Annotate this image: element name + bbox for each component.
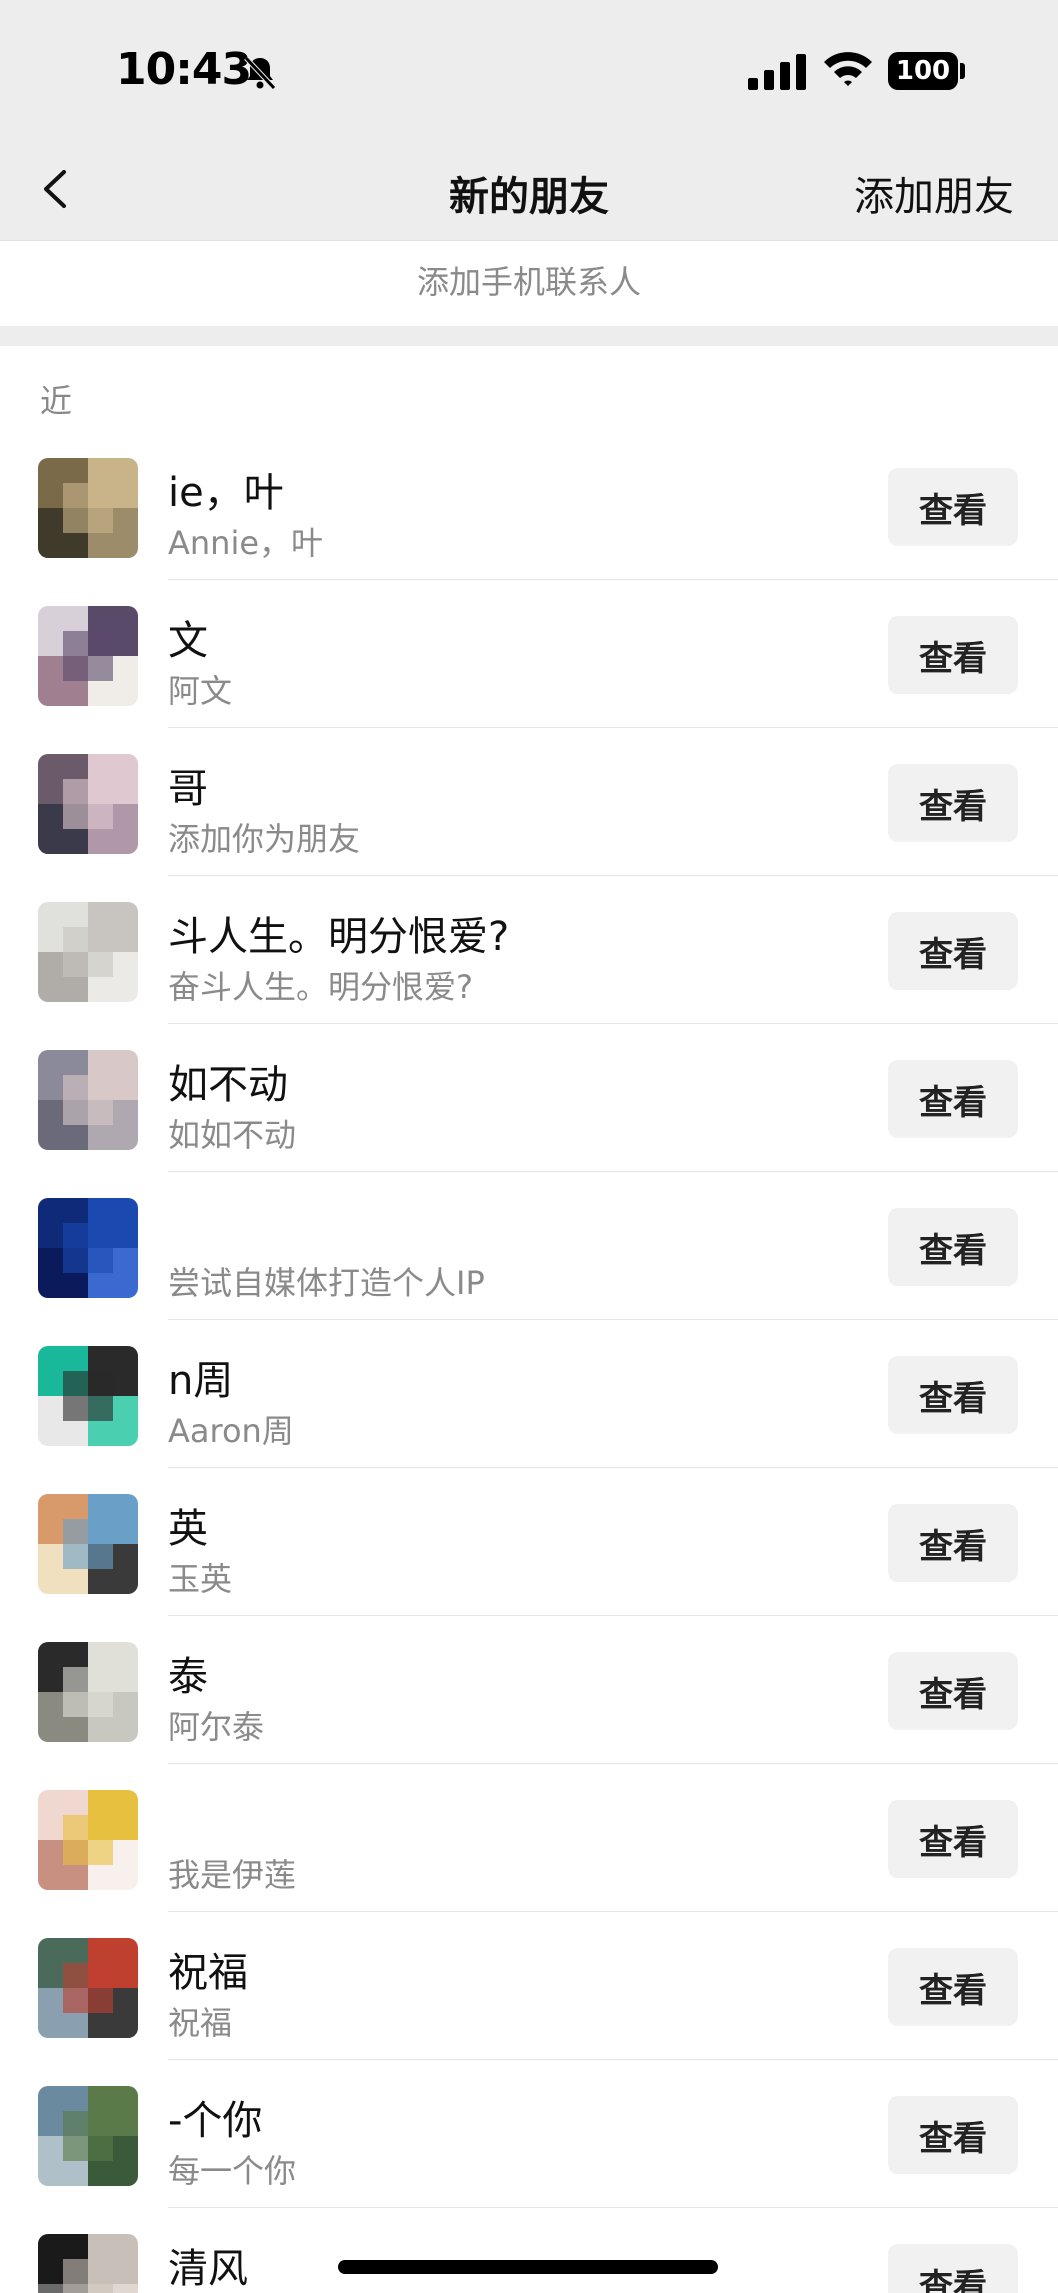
friend-request-message: 如如不动 — [168, 1116, 297, 1154]
view-button[interactable]: 查看 — [888, 468, 1018, 546]
friend-request-row[interactable]: 哥添加你为朋友 查看 — [0, 728, 1058, 876]
avatar[interactable] — [38, 2234, 138, 2293]
avatar[interactable] — [38, 606, 138, 706]
view-button[interactable]: 查看 — [888, 1060, 1018, 1138]
view-button[interactable]: 查看 — [888, 764, 1018, 842]
battery-indicator: 100 — [888, 52, 958, 90]
friend-request-row[interactable]: 我是伊莲 查看 — [0, 1764, 1058, 1912]
friend-name: 祝福 — [168, 1950, 248, 1996]
friend-request-row[interactable]: 清风 查看 — [0, 2208, 1058, 2293]
friend-name: 文 — [168, 618, 208, 664]
avatar[interactable] — [38, 1938, 138, 2038]
avatar[interactable] — [38, 1050, 138, 1150]
friend-name: 如不动 — [168, 1062, 288, 1108]
avatar[interactable] — [38, 458, 138, 558]
view-button[interactable]: 查看 — [888, 1800, 1018, 1878]
friend-request-message: 尝试自媒体打造个人IP — [168, 1264, 485, 1302]
friend-request-message: Annie，叶 — [168, 524, 324, 562]
avatar[interactable] — [38, 2086, 138, 2186]
avatar[interactable] — [38, 754, 138, 854]
friend-name: 哥 — [168, 766, 208, 812]
battery-nub — [960, 63, 965, 79]
friend-request-row[interactable]: 文阿文 查看 — [0, 580, 1058, 728]
avatar[interactable] — [38, 1494, 138, 1594]
friend-request-row[interactable]: 英玉英 查看 — [0, 1468, 1058, 1616]
friend-name: ie，叶 — [168, 470, 284, 516]
nav-bar: 新的朋友 添加朋友 — [0, 140, 1058, 240]
avatar[interactable] — [38, 902, 138, 1002]
friend-request-row[interactable]: n周 Aaron周 查看 — [0, 1320, 1058, 1468]
friend-request-message: 玉英 — [168, 1560, 233, 1598]
friend-request-message: 添加你为朋友 — [168, 820, 361, 858]
avatar[interactable] — [38, 1790, 138, 1890]
friend-request-row[interactable]: ie，叶 Annie，叶 查看 — [0, 432, 1058, 580]
friend-name: -个你 — [168, 2098, 263, 2144]
view-button[interactable]: 查看 — [888, 1652, 1018, 1730]
add-phone-contacts-button[interactable]: 添加手机联系人 — [0, 240, 1058, 326]
status-time: 10:43 — [116, 44, 252, 95]
friend-name: 斗人生。明分恨爱? — [168, 914, 510, 960]
friend-request-list: ie，叶 Annie，叶 查看文阿文 查看哥添加你为朋友 查看 斗人生。明分恨爱? 奋斗人生… — [0, 432, 1058, 2293]
view-button[interactable]: 查看 — [888, 1356, 1018, 1434]
cellular-signal-icon — [748, 54, 806, 90]
avatar[interactable] — [38, 1346, 138, 1446]
friend-request-message: 每一个你 — [168, 2152, 297, 2190]
bell-muted-icon — [240, 52, 280, 92]
friend-request-message: Aaron周 — [168, 1412, 294, 1450]
view-button[interactable]: 查看 — [888, 1208, 1018, 1286]
friend-request-message: 祝福 — [168, 2004, 233, 2042]
view-button[interactable]: 查看 — [888, 2244, 1018, 2293]
friend-name: 英 — [168, 1506, 208, 1552]
section-divider — [0, 326, 1058, 346]
friend-name: 泰 — [168, 1654, 208, 1700]
add-friend-button[interactable]: 添加朋友 — [854, 164, 1014, 222]
avatar[interactable] — [38, 1642, 138, 1742]
friend-request-row[interactable]: -个你每一个你 查看 — [0, 2060, 1058, 2208]
section-label: 近 — [40, 382, 73, 420]
wifi-icon — [822, 48, 874, 88]
avatar[interactable] — [38, 1198, 138, 1298]
view-button[interactable]: 查看 — [888, 912, 1018, 990]
friend-request-row[interactable]: 祝福 祝福 查看 — [0, 1912, 1058, 2060]
friend-request-row[interactable]: 泰阿尔泰 查看 — [0, 1616, 1058, 1764]
friend-request-row[interactable]: 如不动如如不动 查看 — [0, 1024, 1058, 1172]
view-button[interactable]: 查看 — [888, 616, 1018, 694]
view-button[interactable]: 查看 — [888, 2096, 1018, 2174]
status-bar: 10:43 100 — [0, 0, 1058, 140]
friend-request-message: 我是伊莲 — [168, 1856, 297, 1894]
friend-name: 清风 — [168, 2246, 248, 2292]
friend-name: n周 — [168, 1358, 234, 1404]
view-button[interactable]: 查看 — [888, 1948, 1018, 2026]
friend-request-message: 阿尔泰 — [168, 1708, 265, 1746]
view-button[interactable]: 查看 — [888, 1504, 1018, 1582]
friend-request-row[interactable]: 斗人生。明分恨爱? 奋斗人生。明分恨爱? 查看 — [0, 876, 1058, 1024]
friend-request-message: 阿文 — [168, 672, 233, 710]
home-indicator[interactable] — [338, 2260, 718, 2274]
friend-request-message: 奋斗人生。明分恨爱? — [168, 968, 473, 1006]
friend-request-row[interactable]: 尝试自媒体打造个人IP 查看 — [0, 1172, 1058, 1320]
